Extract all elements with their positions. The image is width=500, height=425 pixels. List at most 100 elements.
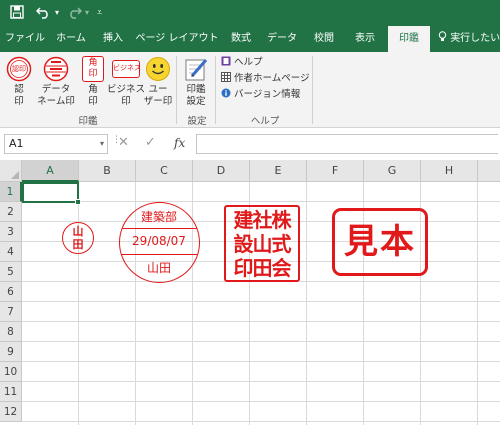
help-button[interactable]: ヘルプ bbox=[221, 56, 263, 70]
gridline bbox=[22, 341, 500, 342]
date-stamp-top: 建築部 bbox=[140, 210, 177, 224]
business-sample-stamp[interactable]: 見本 bbox=[332, 208, 428, 276]
stamp-settings-icon bbox=[183, 56, 209, 82]
row-header-11[interactable]: 11 bbox=[0, 382, 22, 402]
name-box[interactable]: A1 ▾ bbox=[4, 134, 108, 154]
date-name-stamp-button[interactable]: データ ネーム印 bbox=[36, 56, 76, 108]
active-cell-a1[interactable] bbox=[22, 182, 79, 203]
business-stamp-button[interactable]: ビジネス ビジネス 印 bbox=[107, 56, 145, 108]
date-stamp-divider bbox=[120, 228, 198, 229]
tab-page-layout[interactable]: ページ レイアウト bbox=[134, 26, 220, 52]
column-header-f[interactable]: F bbox=[307, 160, 364, 182]
gridline bbox=[22, 361, 500, 362]
date-name-stamp-label: データ ネーム印 bbox=[37, 84, 75, 107]
fill-handle[interactable] bbox=[75, 199, 81, 205]
tell-me-box[interactable]: 実行したい作 bbox=[438, 26, 500, 52]
business-stamp-icon-text: ビジネス bbox=[113, 64, 141, 72]
undo-dropdown-icon[interactable]: ▾ bbox=[55, 5, 59, 21]
user-stamp-button[interactable]: ユー ザー印 bbox=[142, 56, 174, 108]
column-header-d[interactable]: D bbox=[193, 160, 250, 182]
column-header-b[interactable]: B bbox=[79, 160, 136, 182]
date-stamp-bottom: 山田 bbox=[146, 261, 171, 275]
row-header-5[interactable]: 5 bbox=[0, 262, 22, 282]
small-round-stamp-line2: 田 bbox=[72, 238, 84, 251]
gridline bbox=[477, 182, 478, 425]
square-stamp-button[interactable]: 角 印 角 印 bbox=[77, 56, 109, 108]
author-homepage-label: 作者ホームページ bbox=[234, 73, 310, 84]
column-header-h[interactable]: H bbox=[421, 160, 478, 182]
row-header-6[interactable]: 6 bbox=[0, 282, 22, 302]
approval-stamp-icon-text: 認印 bbox=[12, 65, 26, 73]
group-separator bbox=[215, 56, 216, 124]
tab-data[interactable]: データ bbox=[262, 26, 302, 52]
save-icon[interactable] bbox=[10, 5, 24, 21]
row-header-10[interactable]: 10 bbox=[0, 362, 22, 382]
ribbon: 認印 認 印 データ ネーム印 角 印 角 印 ビジネス ビジネス 印 ユー ザ… bbox=[0, 52, 500, 128]
stamp-settings-button[interactable]: 印鑑 設定 bbox=[180, 56, 212, 108]
tab-home[interactable]: ホーム bbox=[50, 26, 92, 52]
row-header-4[interactable]: 4 bbox=[0, 242, 22, 262]
row-header-2[interactable]: 2 bbox=[0, 202, 22, 222]
lightbulb-icon bbox=[438, 31, 450, 44]
title-bar: ▾ ▾ ⩡ bbox=[0, 0, 500, 26]
tab-review[interactable]: 校閲 bbox=[306, 26, 342, 52]
tab-stamp[interactable]: 印鑑 bbox=[388, 26, 430, 52]
row-header-8[interactable]: 8 bbox=[0, 322, 22, 342]
column-header-g[interactable]: G bbox=[364, 160, 421, 182]
insert-function-button[interactable]: fx bbox=[174, 136, 185, 150]
tab-insert[interactable]: 挿入 bbox=[96, 26, 130, 52]
row-header-12[interactable]: 12 bbox=[0, 402, 22, 422]
column-header-a[interactable]: A bbox=[22, 160, 79, 182]
gridline bbox=[22, 421, 500, 422]
formula-bar: A1 ▾ ⋮ ✕ ✓ fx bbox=[0, 128, 500, 160]
gridline bbox=[22, 321, 500, 322]
splitter-handle-icon[interactable]: ⋮ bbox=[112, 136, 121, 150]
formula-input[interactable] bbox=[196, 134, 498, 154]
redo-icon[interactable] bbox=[66, 5, 83, 21]
cancel-entry-button[interactable]: ✕ bbox=[118, 135, 129, 150]
settings-group-label: 設定 bbox=[187, 116, 207, 127]
author-homepage-button[interactable]: 作者ホームページ bbox=[221, 72, 310, 86]
column-header-e[interactable]: E bbox=[250, 160, 307, 182]
gridline bbox=[78, 182, 79, 425]
approval-stamp-button[interactable]: 認印 認 印 bbox=[3, 56, 35, 108]
help-icon bbox=[221, 56, 231, 66]
group-separator bbox=[312, 56, 313, 124]
version-info-button[interactable]: バージョン情報 bbox=[221, 88, 300, 102]
name-box-dropdown-icon[interactable]: ▾ bbox=[100, 135, 104, 153]
stamp-group-label: 印鑑 bbox=[78, 116, 98, 127]
row-header-3[interactable]: 3 bbox=[0, 222, 22, 242]
info-icon bbox=[221, 88, 231, 98]
gridline bbox=[22, 301, 500, 302]
square-stamp-icon-text-1: 角 bbox=[88, 58, 98, 68]
date-stamp[interactable]: 建築部 29/08/07 山田 bbox=[119, 202, 200, 283]
tab-view[interactable]: 表示 bbox=[346, 26, 384, 52]
small-round-stamp-line1: 山 bbox=[72, 225, 84, 238]
square-stamp-row3: 印田会 bbox=[233, 256, 292, 280]
customize-qat-icon[interactable]: ⩡ bbox=[97, 5, 102, 21]
help-group-label: ヘルプ bbox=[250, 116, 280, 127]
select-all-button[interactable] bbox=[0, 160, 22, 182]
date-stamp-divider bbox=[120, 254, 198, 255]
square-company-stamp[interactable]: 建社株 設山式 印田会 bbox=[224, 205, 300, 282]
business-stamp-icon: ビジネス bbox=[112, 60, 141, 78]
spreadsheet-grid[interactable]: A B C D E F G H 1 2 3 4 5 6 7 8 9 10 11 … bbox=[0, 160, 500, 425]
gridline bbox=[22, 201, 500, 202]
stamp-settings-label: 印鑑 設定 bbox=[186, 84, 206, 107]
row-header-9[interactable]: 9 bbox=[0, 342, 22, 362]
row-header-7[interactable]: 7 bbox=[0, 302, 22, 322]
redo-dropdown-icon[interactable]: ▾ bbox=[85, 5, 89, 21]
user-stamp-label: ユー ザー印 bbox=[143, 84, 173, 107]
tab-file[interactable]: ファイル bbox=[2, 26, 48, 52]
enter-entry-button[interactable]: ✓ bbox=[145, 135, 156, 150]
business-stamp-text: 見本 bbox=[344, 222, 416, 262]
tab-formulas[interactable]: 数式 bbox=[224, 26, 258, 52]
column-header-c[interactable]: C bbox=[136, 160, 193, 182]
undo-icon[interactable] bbox=[35, 5, 52, 21]
small-round-stamp[interactable]: 山 田 bbox=[62, 222, 94, 254]
column-header-i[interactable] bbox=[478, 160, 500, 182]
square-stamp-icon-text-2: 印 bbox=[88, 69, 98, 79]
row-header-1[interactable]: 1 bbox=[0, 182, 22, 202]
name-box-value: A1 bbox=[9, 137, 24, 150]
square-stamp-label: 角 印 bbox=[88, 84, 98, 107]
